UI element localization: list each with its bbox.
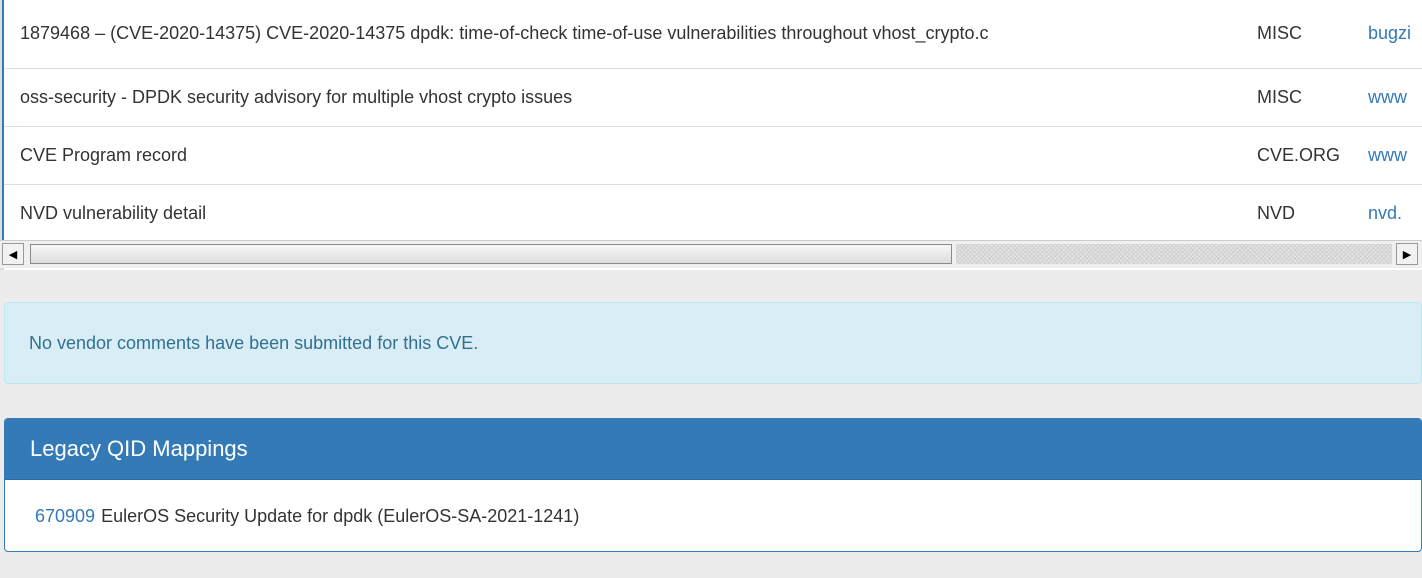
reference-description: NVD vulnerability detail bbox=[20, 202, 207, 223]
scroll-right-icon[interactable]: ▶ bbox=[1396, 243, 1418, 265]
horizontal-scrollbar[interactable]: ◀ ▶ bbox=[0, 240, 1422, 268]
vendor-comments-message: No vendor comments have been submitted f… bbox=[29, 332, 479, 353]
reference-url-link[interactable]: nvd. bbox=[1368, 203, 1402, 223]
table-row: oss-security - DPDK security advisory fo… bbox=[4, 68, 1422, 126]
table-row: 1879468 – (CVE-2020-14375) CVE-2020-1437… bbox=[4, 0, 1422, 68]
panel-title: Legacy QID Mappings bbox=[5, 419, 1421, 479]
reference-description: 1879468 – (CVE-2020-14375) CVE-2020-1437… bbox=[20, 23, 989, 44]
reference-url-link[interactable]: bugzi bbox=[1368, 23, 1411, 43]
reference-source: MISC bbox=[1257, 23, 1302, 44]
references-table-container: 1879468 – (CVE-2020-14375) CVE-2020-1437… bbox=[0, 0, 1422, 270]
vendor-comments-alert: No vendor comments have been submitted f… bbox=[4, 302, 1422, 384]
table-row: NVD vulnerability detail NVD nvd. bbox=[4, 184, 1422, 242]
reference-source: CVE.ORG bbox=[1257, 144, 1341, 165]
reference-source: MISC bbox=[1257, 86, 1302, 107]
scrollbar-thumb[interactable] bbox=[30, 244, 952, 264]
qid-description: EulerOS Security Update for dpdk (EulerO… bbox=[101, 505, 580, 526]
reference-url-link[interactable]: www bbox=[1368, 87, 1407, 107]
qid-link[interactable]: 670909 bbox=[35, 506, 95, 527]
reference-description: CVE Program record bbox=[20, 144, 188, 165]
scroll-left-icon[interactable]: ◀ bbox=[2, 243, 24, 265]
table-row: CVE Program record CVE.ORG www bbox=[4, 126, 1422, 184]
legacy-qid-panel: Legacy QID Mappings 670909 EulerOS Secur… bbox=[4, 418, 1422, 552]
reference-description: oss-security - DPDK security advisory fo… bbox=[20, 86, 573, 107]
reference-source: NVD bbox=[1257, 202, 1296, 223]
references-table: 1879468 – (CVE-2020-14375) CVE-2020-1437… bbox=[4, 0, 1422, 243]
reference-url-link[interactable]: www bbox=[1368, 145, 1407, 165]
qid-list-item: 670909 EulerOS Security Update for dpdk … bbox=[5, 479, 1421, 551]
scrollbar-track[interactable] bbox=[956, 244, 1392, 264]
